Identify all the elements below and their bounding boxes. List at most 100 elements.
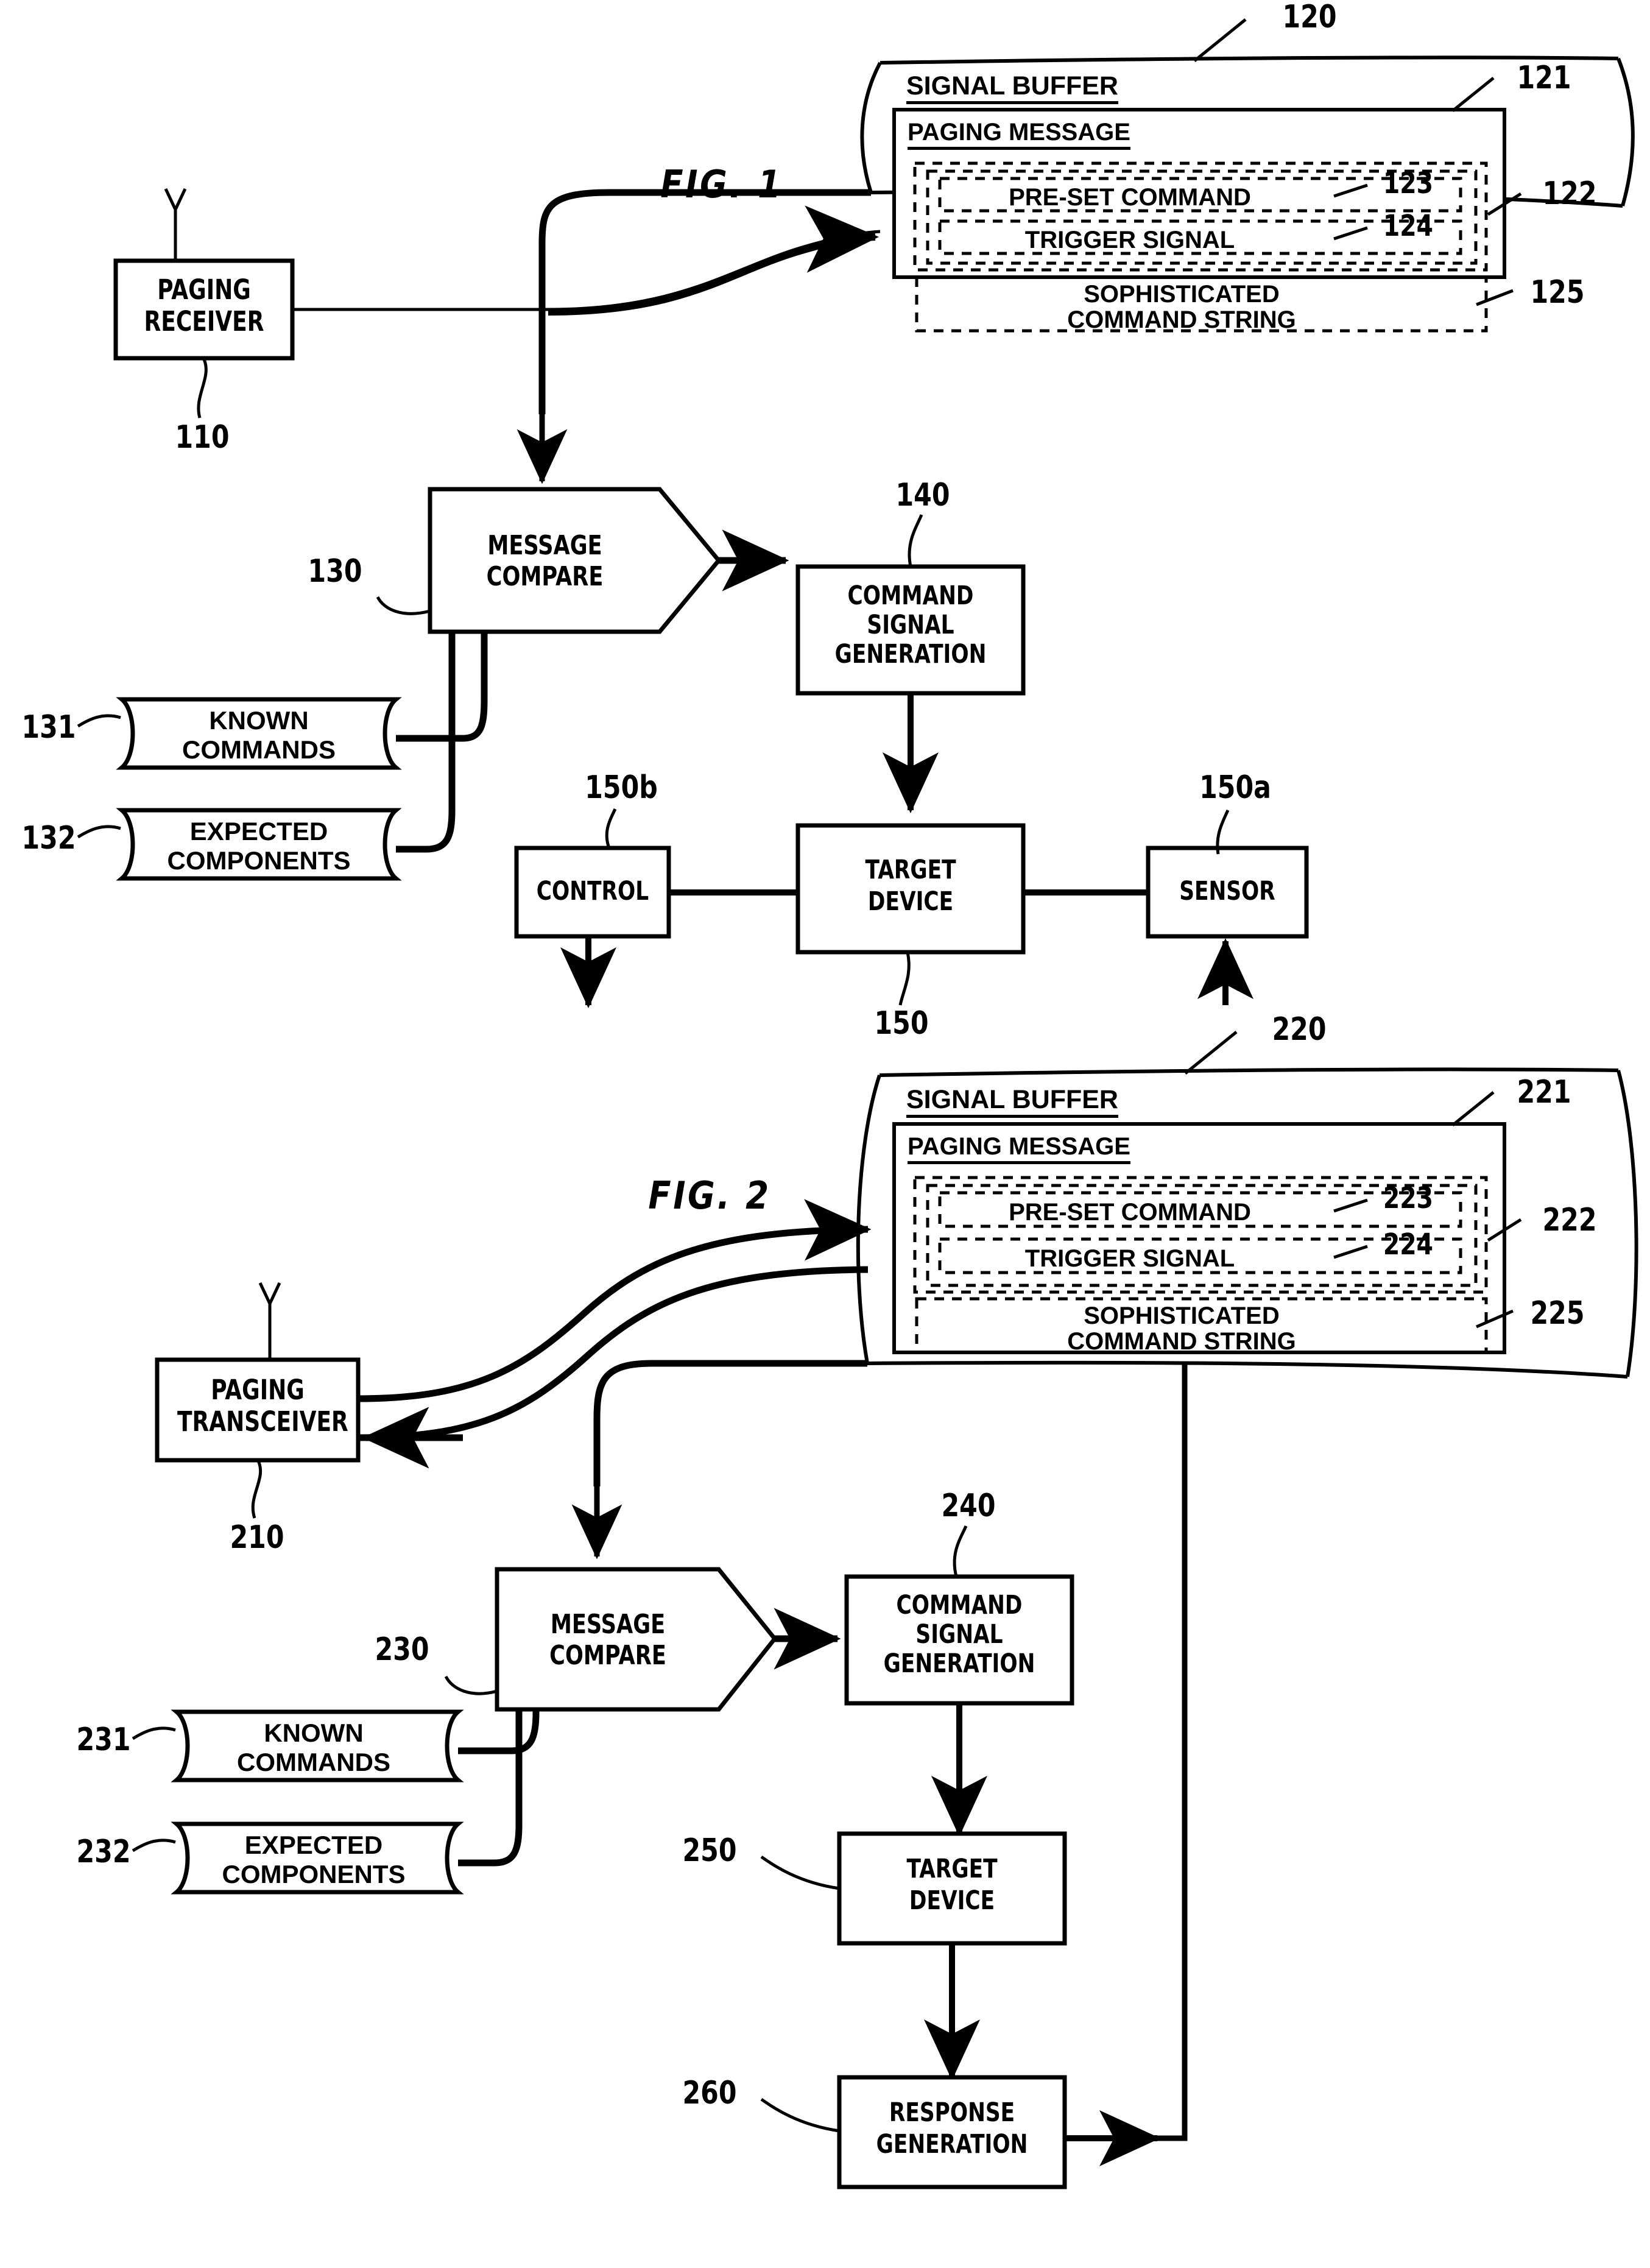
fig1-ref-121: 121 [1517, 60, 1571, 96]
fig1-ref-140: 140 [895, 477, 950, 514]
fig1-paging-receiver-line2: RECEIVER [144, 305, 264, 337]
fig2-ref-220: 220 [1272, 1011, 1327, 1048]
fig2-sophisticated-line1: SOPHISTICATED [1084, 1302, 1280, 1329]
fig1-csg-line1: COMMAND [847, 581, 974, 611]
fig1-sensor-label: SENSOR [1179, 876, 1275, 906]
fig1-rf-arrow-in [548, 205, 879, 316]
fig1-control-label: CONTROL [536, 876, 649, 906]
fig2-figure-label: FIG. 2 [648, 1173, 771, 1218]
fig2-expected-components-line2: COMPONENTS [222, 1860, 406, 1888]
fig1-ref-131: 131 [21, 709, 76, 746]
fig1-ref-150: 150 [874, 1005, 929, 1042]
fig2-target-device-line1: TARGET [906, 1854, 998, 1884]
fig2-lead-232 [132, 1839, 176, 1853]
fig1-csg-line3: GENERATION [834, 639, 987, 669]
fig1-preset-command-label: PRE-SET COMMAND [1009, 184, 1251, 211]
fig1-lead-150 [898, 952, 911, 1006]
fig2-signal-buffer-title: SIGNAL BUFFER [906, 1086, 1118, 1118]
fig2-lead-230 [444, 1675, 498, 1695]
fig2-paging-transceiver-line1: PAGING [211, 1374, 305, 1406]
fig2-response-return-line [1072, 1363, 1188, 2141]
fig2-ref-250: 250 [682, 1832, 737, 1869]
fig2-antenna-icon [258, 1282, 281, 1362]
fig1-lead-125 [1476, 289, 1514, 306]
fig1-ref-124: 124 [1383, 209, 1434, 243]
fig2-lead-240 [953, 1525, 968, 1577]
fig2-kc-connector [458, 1709, 540, 1754]
fig1-paging-receiver-line1: PAGING [157, 274, 251, 306]
fig1-antenna-icon [164, 188, 187, 262]
fig1-ref-122: 122 [1542, 175, 1597, 212]
fig2-known-commands-line2: COMMANDS [237, 1748, 390, 1776]
fig2-ec-connector [458, 1709, 523, 1867]
fig1-rf-line-in [292, 230, 881, 311]
fig1-ref-123: 123 [1383, 166, 1434, 200]
fig1-lead-120 [1193, 18, 1247, 62]
patent-figure-sheet: FIG. 1 SIGNAL BUFFER 120 PAGING MESSAGE … [0, 0, 1650, 2268]
fig1-message-compare-line1: MESSAGE [487, 530, 602, 561]
fig2-ref-224: 224 [1383, 1228, 1434, 1262]
fig1-lead-132 [77, 825, 121, 839]
fig1-kc-connector [396, 632, 488, 742]
fig1-figure-label: FIG. 1 [660, 162, 783, 207]
diagram-line-art [77, 18, 1638, 2189]
fig1-signal-buffer-title: SIGNAL BUFFER [906, 72, 1118, 105]
fig1-ref-132: 132 [21, 820, 76, 857]
fig1-lead-110 [197, 359, 208, 419]
fig2-ref-210: 210 [230, 1519, 284, 1556]
fig1-ref-150b: 150b [585, 769, 658, 806]
fig2-ref-240: 240 [941, 1488, 996, 1524]
fig1-paging-message-title: PAGING MESSAGE [908, 119, 1130, 150]
fig2-ref-223: 223 [1383, 1181, 1434, 1215]
fig2-rf-line-in [358, 1266, 869, 1441]
fig2-ref-222: 222 [1542, 1202, 1597, 1238]
fig2-lead-250 [760, 1855, 840, 1890]
fig2-csg-line2: SIGNAL [915, 1619, 1003, 1650]
fig1-lead-130 [376, 596, 431, 615]
fig2-sophisticated-line2: COMMAND STRING [1067, 1328, 1296, 1355]
fig2-csg-line1: COMMAND [896, 1590, 1023, 1620]
fig1-sophisticated-line2: COMMAND STRING [1067, 306, 1296, 333]
fig1-target-device-line2: DEVICE [867, 886, 954, 917]
fig1-ref-130: 130 [308, 553, 362, 590]
fig1-lead-150b [605, 808, 617, 849]
fig1-buffer-to-compare-path [538, 189, 871, 414]
fig2-ref-221: 221 [1517, 1074, 1571, 1111]
fig1-csg-line2: SIGNAL [867, 610, 954, 640]
fig2-ref-232: 232 [76, 1834, 131, 1870]
fig2-lead-220 [1184, 1031, 1238, 1075]
fig1-expected-components-line2: COMPONENTS [167, 846, 351, 875]
fig2-response-generation-line2: GENERATION [876, 2129, 1028, 2160]
fig2-buffer-to-compare-path [593, 1360, 867, 1486]
fig1-ref-125: 125 [1530, 274, 1585, 311]
fig2-preset-command-label: PRE-SET COMMAND [1009, 1199, 1251, 1226]
fig2-lead-260 [760, 2097, 840, 2133]
fig1-message-compare-line2: COMPARE [486, 561, 604, 592]
fig2-trigger-signal-label: TRIGGER SIGNAL [1024, 1245, 1235, 1272]
fig1-lead-140 [908, 514, 923, 567]
fig2-message-compare-line2: COMPARE [549, 1640, 666, 1671]
fig2-ref-231: 231 [76, 1722, 131, 1758]
fig2-paging-transceiver-line2: TRANSCEIVER [177, 1405, 348, 1438]
fig1-known-commands-line2: COMMANDS [182, 735, 336, 764]
fig2-lead-231 [132, 1726, 176, 1740]
fig1-trigger-signal-label: TRIGGER SIGNAL [1024, 227, 1235, 253]
fig1-lead-131 [77, 714, 121, 728]
fig2-target-device-line2: DEVICE [909, 1885, 995, 1916]
fig1-ref-150a: 150a [1199, 769, 1271, 806]
fig1-known-commands-line1: KNOWN [209, 706, 309, 735]
fig2-csg-line3: GENERATION [883, 1648, 1035, 1679]
fig1-ref-120: 120 [1282, 0, 1337, 35]
fig2-ref-225: 225 [1530, 1295, 1585, 1332]
fig2-paging-message-title: PAGING MESSAGE [908, 1133, 1130, 1165]
fig2-response-generation-line1: RESPONSE [889, 2097, 1015, 2128]
fig2-lead-210 [251, 1460, 263, 1519]
fig2-known-commands-line1: KNOWN [264, 1719, 364, 1747]
fig2-message-compare-line1: MESSAGE [550, 1609, 666, 1640]
fig2-ref-260: 260 [682, 2075, 737, 2111]
fig1-expected-components-line1: EXPECTED [189, 817, 328, 846]
fig2-ref-230: 230 [375, 1631, 429, 1668]
fig1-target-device-line1: TARGET [865, 855, 956, 885]
fig2-lead-221 [1451, 1091, 1495, 1126]
fig1-ref-110: 110 [175, 419, 230, 456]
